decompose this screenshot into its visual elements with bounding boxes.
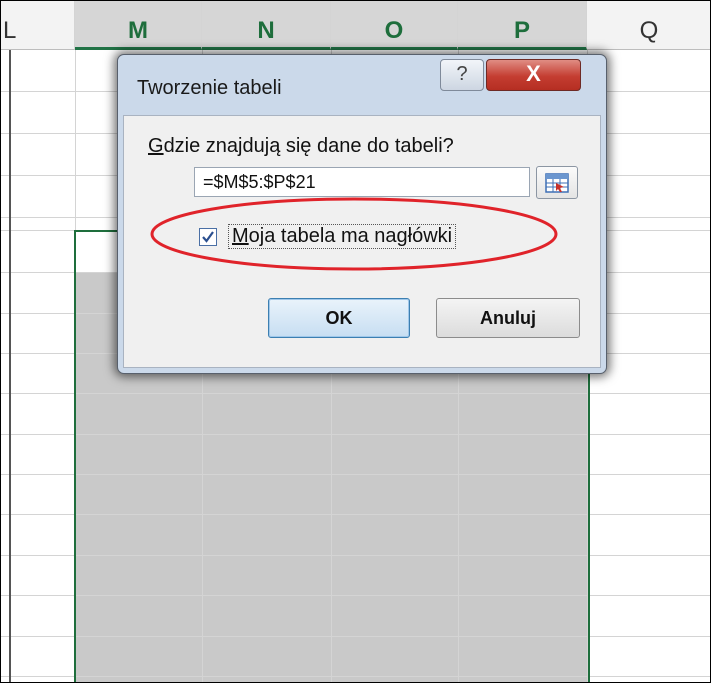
excel-window: L M N O P Q Tworzenie tabeli ? X Gdzie z… — [0, 0, 711, 683]
column-header-q[interactable]: Q — [587, 1, 710, 50]
close-button[interactable]: X — [486, 59, 581, 91]
dialog-title: Tworzenie tabeli — [137, 77, 282, 99]
red-highlight-ellipse — [150, 197, 558, 271]
column-header-l[interactable]: L — [1, 1, 75, 50]
prompt-accelerator: G — [148, 135, 164, 157]
close-icon: X — [526, 61, 541, 86]
range-prompt-label: Gdzie znajdują się dane do tabeli? — [148, 135, 454, 158]
row-header-border — [9, 50, 11, 682]
column-header-p[interactable]: P — [458, 1, 587, 50]
ok-button[interactable]: OK — [268, 298, 410, 338]
help-icon: ? — [456, 63, 468, 85]
cancel-button[interactable]: Anuluj — [436, 298, 580, 338]
column-header-o[interactable]: O — [331, 1, 458, 50]
range-input[interactable]: =$M$5:$P$21 — [194, 167, 530, 197]
column-header-n[interactable]: N — [202, 1, 331, 50]
column-header-m[interactable]: M — [75, 1, 202, 50]
collapse-dialog-icon — [545, 173, 569, 193]
help-button[interactable]: ? — [440, 59, 484, 91]
prompt-text: dzie znajdują się dane do tabeli? — [163, 135, 454, 157]
